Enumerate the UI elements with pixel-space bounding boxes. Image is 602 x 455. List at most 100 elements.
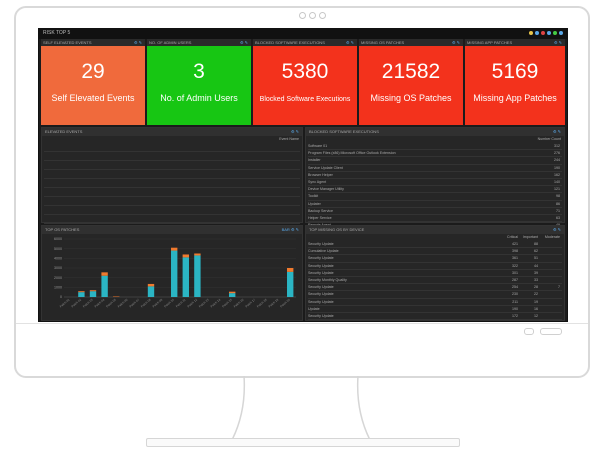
table-row[interactable] [44, 197, 300, 206]
status-dot[interactable] [547, 31, 551, 35]
chart-bar [78, 291, 85, 293]
table-row[interactable]: Security Update 254 28 7 [308, 284, 562, 292]
tile-blocked-software[interactable]: BLOCKED SOFTWARE EXECUTIONS ⚙ ✎ 5380 Bloc… [253, 39, 357, 125]
edit-icon[interactable]: ⚙ ✎ [240, 40, 248, 45]
tile-label: Missing App Patches [473, 93, 557, 103]
table-row[interactable]: Sync Agent 140 [308, 179, 562, 187]
status-dot[interactable] [553, 31, 557, 35]
tile-label: Missing OS Patches [370, 93, 452, 103]
x-tick-label: Patch 11 [175, 297, 187, 308]
settings-icon[interactable]: ⚙ ✎ [291, 129, 299, 134]
table-row[interactable]: Program Files (x86) Microsoft Office Out… [308, 150, 562, 158]
table-row[interactable] [44, 161, 300, 170]
status-dot[interactable] [541, 31, 545, 35]
column-header[interactable]: Moderate [545, 235, 560, 239]
panel-software-executions: BLOCKED SOFTWARE EXECUTIONS ⚙ ✎ Number Co… [305, 127, 565, 244]
table-row[interactable]: Security Monthly Quality 287 33 [308, 277, 562, 285]
table-row[interactable] [44, 206, 300, 215]
table-row[interactable]: Security Update 172 12 [308, 313, 562, 321]
table-row[interactable]: Security Update 361 51 [308, 255, 562, 263]
row-value: 244 [554, 158, 560, 163]
table-row[interactable]: Security Update 230 22 [308, 291, 562, 299]
table-row[interactable]: Browser Helper 162 [308, 172, 562, 179]
x-tick-label: Patch 04 [94, 297, 106, 308]
chart-type-badge[interactable]: BAR ⚙ ✎ [282, 227, 299, 232]
bar-chart: 6000500040003000200010000Patch 01 Patch 0… [54, 237, 296, 308]
panel-title: ELEVATED EVENTS [45, 129, 83, 134]
table-row[interactable]: Software 01 312 [308, 143, 562, 151]
table-row[interactable] [44, 152, 300, 161]
tile-value: 5169 [491, 60, 539, 83]
tile-missing-app-patches[interactable]: MISSING APP PATCHES ⚙ ✎ 5169 Missing App … [465, 39, 565, 125]
chart-bar [287, 271, 294, 297]
tile-title: MISSING APP PATCHES [467, 40, 513, 45]
table-row[interactable]: Security Update 322 44 [308, 263, 562, 270]
table-row[interactable]: Service Update Client 190 [308, 165, 562, 172]
panel-missing-os-by-device: TOP MISSING OS BY DEVICE ⚙ ✎ Critical Imp… [305, 225, 565, 321]
row-name: Security Update [308, 270, 334, 275]
table-row[interactable] [44, 179, 300, 188]
row-value: 12 [534, 313, 538, 318]
table-row[interactable]: Cumulative Update 398 62 [308, 248, 562, 256]
edit-icon[interactable]: ⚙ ✎ [452, 40, 460, 45]
chart-bar [89, 291, 97, 297]
dashboard-screen: RISK TOP 5 SELF ELEVATED EVENTS ⚙ ✎ 29 Se… [38, 28, 568, 322]
table-row[interactable]: Updater 86 [308, 201, 562, 208]
row-name: Program Files (x86) Microsoft Office Out… [308, 151, 396, 156]
table-row[interactable] [44, 188, 300, 197]
table-row[interactable]: Installer 244 [308, 157, 562, 165]
tile-self-elevated-events[interactable]: SELF ELEVATED EVENTS ⚙ ✎ 29 Self Elevated… [41, 39, 145, 125]
table-row[interactable]: Security Update 421 88 [308, 241, 562, 249]
row-name: Security Update [308, 263, 334, 268]
row-value: 33 [534, 277, 538, 282]
edit-icon[interactable]: ⚙ ✎ [346, 40, 354, 45]
table-row[interactable]: Security Update 150 9 [308, 320, 562, 321]
column-header[interactable]: Important [523, 235, 538, 239]
tile-missing-os-patches[interactable]: MISSING OS PATCHES ⚙ ✎ 21582 Missing OS P… [359, 39, 463, 125]
table-row[interactable] [44, 170, 300, 179]
column-header[interactable]: Critical [507, 235, 518, 239]
x-tick-label: Patch 02 [70, 297, 82, 308]
table-row[interactable]: Security Update 301 39 [308, 270, 562, 277]
row-value: 51 [534, 256, 538, 261]
y-tick-label: 3000 [54, 266, 62, 270]
status-dot[interactable] [535, 31, 539, 35]
row-value: 62 [534, 249, 538, 254]
status-dot[interactable] [559, 31, 563, 35]
settings-icon[interactable]: ⚙ ✎ [553, 227, 561, 232]
table-row[interactable]: Backup Service 71 [308, 208, 562, 215]
table-row[interactable]: Toolkit 98 [308, 193, 562, 201]
edit-icon[interactable]: ⚙ ✎ [134, 40, 142, 45]
tile-admin-users[interactable]: NO. OF ADMIN USERS ⚙ ✎ 3 No. of Admin Use… [147, 39, 251, 125]
edit-icon[interactable]: ⚙ ✎ [554, 40, 562, 45]
tile-value: 3 [193, 60, 205, 83]
tile-title: SELF ELEVATED EVENTS [43, 40, 92, 45]
column-header: Number Count [537, 137, 561, 141]
x-tick-label: Patch 13 [198, 297, 210, 308]
table-row[interactable] [44, 143, 300, 152]
row-value: 16 [534, 306, 538, 311]
row-name: Device Manager Utility [308, 187, 344, 192]
row-name: Helper Service [308, 215, 332, 220]
table-row[interactable]: Device Manager Utility 121 [308, 186, 562, 194]
tile-label: Self Elevated Events [51, 93, 135, 103]
row-value: 211 [512, 299, 518, 304]
row-name: Backup Service [308, 208, 333, 213]
table-row[interactable] [44, 215, 300, 224]
row-value: 88 [534, 242, 538, 246]
table-row[interactable]: Helper Service 63 [308, 215, 562, 223]
row-value: 19 [534, 299, 538, 304]
status-dot[interactable] [529, 31, 533, 35]
table-row[interactable]: Security Update 211 19 [308, 299, 562, 306]
row-name: Security Update [308, 313, 334, 318]
chart-bar [194, 255, 201, 297]
monitor-frame: RISK TOP 5 SELF ELEVATED EVENTS ⚙ ✎ 29 Se… [14, 6, 590, 378]
row-name: Security Update [308, 292, 334, 297]
tile-title: BLOCKED SOFTWARE EXECUTIONS [255, 40, 325, 45]
settings-icon[interactable]: ⚙ ✎ [553, 129, 561, 134]
event-list [44, 143, 300, 233]
row-value: 172 [512, 313, 518, 318]
chart-bar [147, 286, 155, 297]
tile-value: 5380 [281, 60, 329, 83]
table-row[interactable]: Update 190 16 [308, 306, 562, 313]
